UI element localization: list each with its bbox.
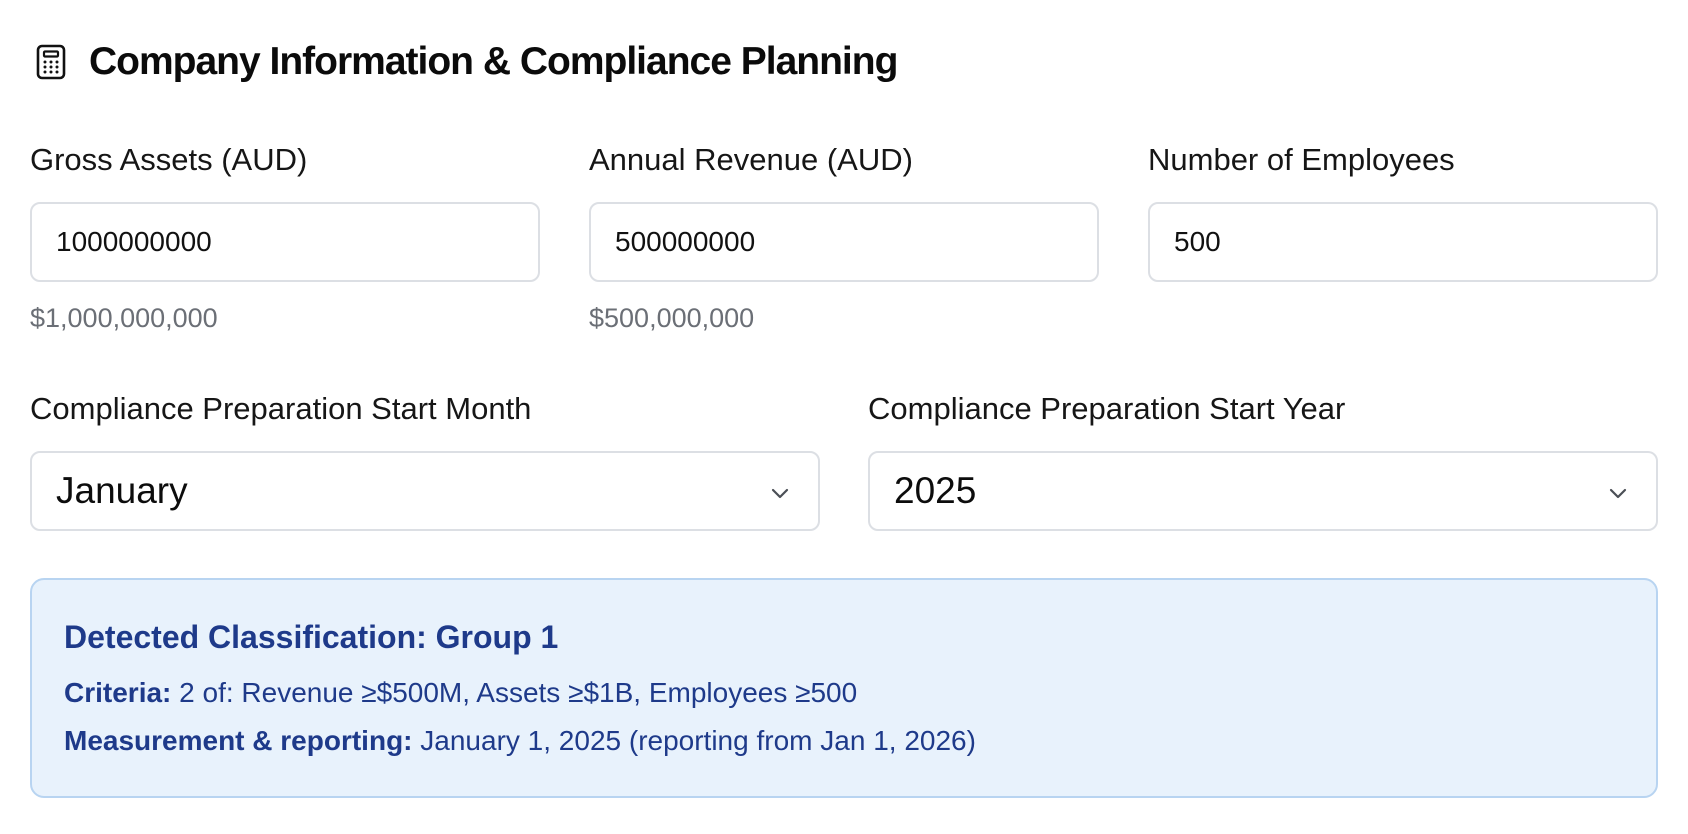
financial-fields-row: Gross Assets (AUD) $1,000,000,000 Annual… <box>30 142 1658 334</box>
criteria-line: Criteria: 2 of: Revenue ≥$500M, Assets ≥… <box>64 676 1624 710</box>
start-month-value: January <box>56 470 188 511</box>
start-month-field: Compliance Preparation Start Month Janua… <box>30 391 820 531</box>
start-month-select[interactable]: January <box>30 451 820 531</box>
employees-field: Number of Employees <box>1148 142 1658 334</box>
gross-assets-label: Gross Assets (AUD) <box>30 142 308 177</box>
gross-assets-field: Gross Assets (AUD) $1,000,000,000 <box>30 142 540 334</box>
page-title: Company Information & Compliance Plannin… <box>89 40 898 83</box>
criteria-label: Criteria: <box>64 677 172 708</box>
employees-label: Number of Employees <box>1148 142 1455 177</box>
chevron-down-icon <box>1609 488 1627 499</box>
header: Company Information & Compliance Plannin… <box>30 40 1658 84</box>
start-month-label: Compliance Preparation Start Month <box>30 391 532 426</box>
start-year-field: Compliance Preparation Start Year 2025 <box>868 391 1658 531</box>
annual-revenue-label: Annual Revenue (AUD) <box>589 142 913 177</box>
calculator-icon <box>33 42 69 82</box>
classification-panel: Detected Classification: Group 1 Criteri… <box>30 578 1658 798</box>
start-year-select[interactable]: 2025 <box>868 451 1658 531</box>
measurement-label: Measurement & reporting: <box>64 725 413 756</box>
gross-assets-input[interactable] <box>30 202 540 282</box>
classification-title: Detected Classification: Group 1 <box>64 619 559 655</box>
annual-revenue-formatted: $500,000,000 <box>589 303 755 333</box>
criteria-text: 2 of: Revenue ≥$500M, Assets ≥$1B, Emplo… <box>171 677 858 708</box>
start-year-value: 2025 <box>894 470 977 511</box>
annual-revenue-field: Annual Revenue (AUD) $500,000,000 <box>589 142 1099 334</box>
start-year-label: Compliance Preparation Start Year <box>868 391 1346 426</box>
measurement-line: Measurement & reporting: January 1, 2025… <box>64 724 1624 758</box>
employees-input[interactable] <box>1148 202 1658 282</box>
chevron-down-icon <box>771 488 789 499</box>
measurement-text: January 1, 2025 (reporting from Jan 1, 2… <box>412 725 976 756</box>
annual-revenue-input[interactable] <box>589 202 1099 282</box>
page: Company Information & Compliance Plannin… <box>0 0 1688 834</box>
compliance-start-row: Compliance Preparation Start Month Janua… <box>30 391 1658 531</box>
gross-assets-formatted: $1,000,000,000 <box>30 303 218 333</box>
